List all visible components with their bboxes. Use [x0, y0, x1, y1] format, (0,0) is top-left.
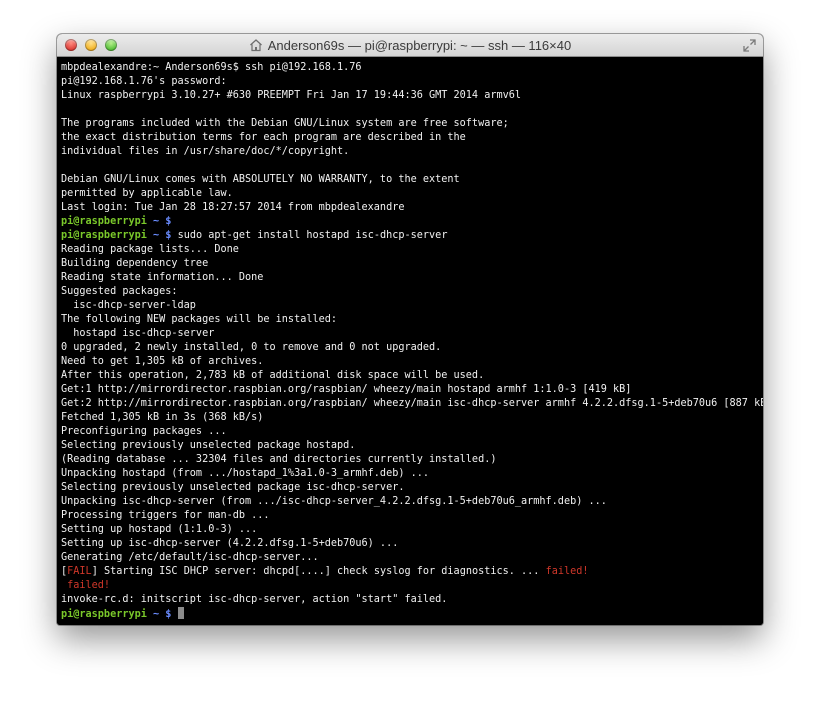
output-line: Setting up hostapd (1:1.0-3) ... — [61, 524, 258, 535]
output-line: Suggested packages: — [61, 286, 178, 297]
prompt-user-host: pi@raspberrypi — [61, 216, 147, 227]
terminal-line: Linux raspberrypi 3.10.27+ #630 PREEMPT … — [61, 90, 522, 101]
output-line: (Reading database ... 32304 files and di… — [61, 454, 497, 465]
output-line: 0 upgraded, 2 newly installed, 0 to remo… — [61, 342, 442, 353]
terminal-line: permitted by applicable law. — [61, 188, 233, 199]
output-line: isc-dhcp-server-ldap — [61, 300, 196, 311]
output-line: Generating /etc/default/isc-dhcp-server.… — [61, 552, 319, 563]
terminal-window: Anderson69s — pi@raspberrypi: ~ — ssh — … — [57, 34, 763, 625]
output-line: Selecting previously unselected package … — [61, 440, 356, 451]
output-line: Selecting previously unselected package … — [61, 482, 405, 493]
output-line: Processing triggers for man-db ... — [61, 510, 270, 521]
prompt-line[interactable]: pi@raspberrypi ~ $ — [61, 607, 763, 621]
output-line: Reading state information... Done — [61, 272, 264, 283]
prompt-line: pi@raspberrypi ~ $ sudo apt-get install … — [61, 229, 763, 243]
prompt-line: pi@raspberrypi ~ $ — [61, 215, 763, 229]
output-line: The following NEW packages will be insta… — [61, 314, 338, 325]
output-line: After this operation, 2,783 kB of additi… — [61, 370, 485, 381]
prompt-symbol: $ — [165, 216, 172, 227]
prompt-symbol: $ — [165, 609, 172, 620]
title-bar[interactable]: Anderson69s — pi@raspberrypi: ~ — ssh — … — [57, 34, 763, 57]
fail-message: ] Starting ISC DHCP server: dhcpd[....] … — [91, 566, 546, 577]
window-title-text: Anderson69s — pi@raspberrypi: ~ — ssh — … — [267, 37, 572, 53]
output-line: Unpacking hostapd (from .../hostapd_1%3a… — [61, 468, 430, 479]
fullscreen-icon[interactable] — [743, 39, 756, 52]
text-cursor — [177, 607, 184, 619]
invoke-line: invoke-rc.d: initscript isc-dhcp-server,… — [61, 594, 448, 605]
fail-line: [FAIL] Starting ISC DHCP server: dhcpd[.… — [61, 565, 763, 579]
terminal-line: mbpdealexandre:~ Anderson69s$ ssh pi@192… — [61, 62, 362, 73]
home-folder-icon — [249, 39, 262, 52]
command-text: sudo apt-get install hostapd isc-dhcp-se… — [177, 230, 448, 241]
terminal-line: the exact distribution terms for each pr… — [61, 132, 466, 143]
output-line: Preconfiguring packages ... — [61, 426, 227, 437]
output-line: Need to get 1,305 kB of archives. — [61, 356, 264, 367]
terminal-line: Debian GNU/Linux comes with ABSOLUTELY N… — [61, 174, 460, 185]
output-line: Fetched 1,305 kB in 3s (368 kB/s) — [61, 412, 264, 423]
prompt-dir: ~ — [153, 230, 160, 241]
terminal-line: The programs included with the Debian GN… — [61, 118, 509, 129]
output-line: Get:2 http://mirrordirector.raspbian.org… — [61, 398, 763, 409]
prompt-symbol: $ — [165, 230, 172, 241]
failed-status: failed! — [545, 566, 589, 577]
output-line: Get:1 http://mirrordirector.raspbian.org… — [61, 384, 632, 395]
prompt-user-host: pi@raspberrypi — [61, 230, 147, 241]
prompt-dir: ~ — [153, 216, 160, 227]
output-line: Building dependency tree — [61, 258, 209, 269]
prompt-dir: ~ — [153, 609, 160, 620]
output-line: hostapd isc-dhcp-server — [61, 328, 215, 339]
output-line: Reading package lists... Done — [61, 244, 239, 255]
prompt-user-host: pi@raspberrypi — [61, 609, 147, 620]
terminal-line: pi@192.168.1.76's password: — [61, 76, 227, 87]
terminal-content[interactable]: mbpdealexandre:~ Anderson69s$ ssh pi@192… — [57, 57, 763, 625]
output-line: Unpacking isc-dhcp-server (from .../isc-… — [61, 496, 607, 507]
failed-status-line: failed! — [61, 580, 111, 591]
fail-status: FAIL — [67, 566, 92, 577]
window-title: Anderson69s — pi@raspberrypi: ~ — ssh — … — [57, 34, 763, 56]
terminal-line: individual files in /usr/share/doc/*/cop… — [61, 146, 350, 157]
output-line: Setting up isc-dhcp-server (4.2.2.dfsg.1… — [61, 538, 399, 549]
terminal-line: Last login: Tue Jan 28 18:27:57 2014 fro… — [61, 202, 405, 213]
